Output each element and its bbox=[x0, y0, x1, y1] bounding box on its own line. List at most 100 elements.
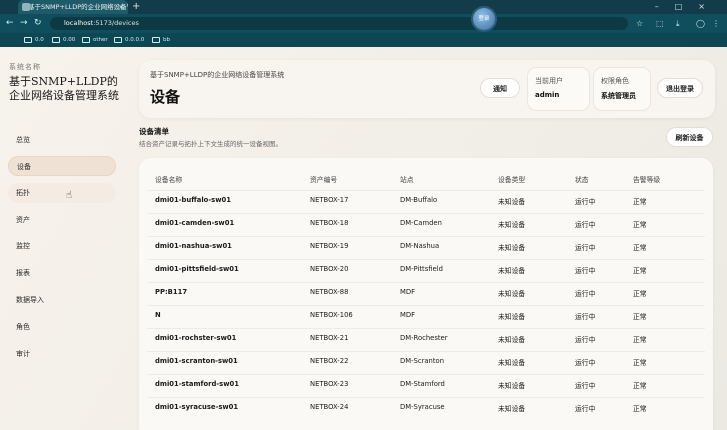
sidebar-item-assets[interactable]: 资产 bbox=[8, 210, 116, 230]
cell-device-type: 未知设备 bbox=[498, 290, 526, 298]
folder-icon bbox=[114, 36, 122, 43]
folder-icon bbox=[152, 36, 160, 43]
column-header-site: 站点 bbox=[400, 176, 414, 184]
sidebar-item-data-import[interactable]: 数据导入 bbox=[8, 290, 116, 310]
column-header-asset-id: 资产编号 bbox=[310, 176, 338, 184]
url-path: :5173/devices bbox=[93, 19, 139, 27]
bookmark-item[interactable]: 0.00 bbox=[52, 33, 75, 47]
cell-asset-id: NETBOX-21 bbox=[310, 334, 349, 342]
row-divider bbox=[147, 259, 705, 260]
forward-icon[interactable]: → bbox=[20, 14, 28, 33]
reload-icon[interactable]: ↻ bbox=[34, 14, 42, 33]
cell-status: 运行中 bbox=[575, 221, 596, 229]
cell-device-name: dmi01-pittsfield-sw01 bbox=[155, 265, 239, 273]
role-card: 权限角色 系统管理员 bbox=[593, 67, 651, 111]
tab-close-icon[interactable]: × bbox=[119, 0, 124, 14]
sidebar-item-audit[interactable]: 审计 bbox=[8, 344, 116, 364]
sidebar-item-reports[interactable]: 报表 bbox=[8, 263, 116, 283]
sidebar-item-monitoring[interactable]: 监控 bbox=[8, 236, 116, 256]
cell-alert-level: 正常 bbox=[633, 221, 647, 229]
sidebar-item-roles[interactable]: 角色 bbox=[8, 317, 116, 337]
cell-device-name: dmi01-nashua-sw01 bbox=[155, 242, 232, 250]
cell-status: 运行中 bbox=[575, 336, 596, 344]
device-list-title: 设备清单 bbox=[139, 127, 169, 136]
cell-asset-id: NETBOX-23 bbox=[310, 380, 349, 388]
profile-avatar[interactable]: 登录 bbox=[473, 8, 495, 30]
cell-site: DM-Pittsfield bbox=[400, 265, 443, 273]
logout-button[interactable]: 退出登录 bbox=[657, 78, 703, 98]
cell-status: 运行中 bbox=[575, 359, 596, 367]
url-input[interactable]: localhost:5173/devices bbox=[50, 17, 628, 30]
browser-tab[interactable]: 基于SNMP+LLDP的企业网络设备管理系统 × bbox=[18, 0, 128, 14]
cell-site: DM-Scranton bbox=[400, 357, 445, 365]
device-table: 设备名称 资产编号 站点 设备类型 状态 告警等级 dmi01-buffalo-… bbox=[139, 158, 713, 430]
cell-device-type: 未知设备 bbox=[498, 313, 526, 321]
folder-icon bbox=[52, 36, 60, 43]
cell-status: 运行中 bbox=[575, 405, 596, 413]
cell-asset-id: NETBOX-106 bbox=[310, 311, 353, 319]
bookmark-item[interactable]: 0.0 bbox=[24, 33, 44, 47]
profile-icon[interactable]: ◯ bbox=[696, 14, 705, 33]
device-list-description: 结合资产记录与拓扑上下文生成的统一设备视图。 bbox=[139, 140, 282, 148]
cell-alert-level: 正常 bbox=[633, 382, 647, 390]
cell-alert-level: 正常 bbox=[633, 290, 647, 298]
cell-site: DM-Camden bbox=[400, 219, 442, 227]
column-header-name: 设备名称 bbox=[155, 176, 183, 184]
sidebar-item-topology[interactable]: 拓扑 bbox=[8, 183, 116, 203]
header-subtitle: 基于SNMP+LLDP的企业网络设备管理系统 bbox=[150, 71, 285, 79]
cell-status: 运行中 bbox=[575, 313, 596, 321]
row-divider bbox=[147, 282, 705, 283]
sidebar-item-devices[interactable]: 设备 bbox=[8, 156, 116, 176]
cell-device-type: 未知设备 bbox=[498, 359, 526, 367]
window-controls[interactable]: –□× bbox=[655, 0, 721, 14]
current-user-value: admin bbox=[535, 91, 560, 99]
row-divider bbox=[147, 374, 705, 375]
page-title: 设备 bbox=[150, 88, 181, 106]
cell-asset-id: NETBOX-24 bbox=[310, 403, 349, 411]
bookmark-item[interactable]: 0.0.0.0 bbox=[114, 33, 144, 47]
cell-asset-id: NETBOX-19 bbox=[310, 242, 349, 250]
system-name-label: 系统名称 bbox=[9, 63, 41, 71]
extension-icon[interactable]: ⬚ bbox=[656, 14, 664, 33]
system-title: 基于SNMP+LLDP的企业网络设备管理系统 bbox=[9, 75, 119, 102]
bookmark-item[interactable]: other bbox=[82, 33, 108, 47]
cell-alert-level: 正常 bbox=[633, 405, 647, 413]
mouse-cursor-icon: ☝ bbox=[66, 190, 73, 201]
cell-alert-level: 正常 bbox=[633, 359, 647, 367]
bookmark-item[interactable]: bb bbox=[152, 33, 170, 47]
column-header-device-type: 设备类型 bbox=[498, 176, 526, 184]
refresh-devices-button[interactable]: 刷新设备 bbox=[666, 127, 713, 147]
menu-icon[interactable]: ⋮ bbox=[712, 14, 720, 33]
cell-status: 运行中 bbox=[575, 244, 596, 252]
cell-alert-level: 正常 bbox=[633, 313, 647, 321]
row-divider bbox=[147, 397, 705, 398]
cell-device-name: N bbox=[155, 311, 161, 319]
row-divider bbox=[147, 190, 705, 191]
cell-device-name: dmi01-stamford-sw01 bbox=[155, 380, 239, 388]
address-bar-row: ← → ↻ localhost:5173/devices ☆ ⬚ ⤓ ◯ ⋮ bbox=[0, 14, 727, 33]
back-icon[interactable]: ← bbox=[6, 14, 14, 33]
cell-device-type: 未知设备 bbox=[498, 198, 526, 206]
star-icon[interactable]: ☆ bbox=[636, 14, 643, 33]
sidebar-item-overview[interactable]: 总览 bbox=[8, 130, 116, 150]
folder-icon bbox=[24, 36, 32, 43]
cell-device-type: 未知设备 bbox=[498, 382, 526, 390]
cell-asset-id: NETBOX-18 bbox=[310, 219, 349, 227]
page-header: 基于SNMP+LLDP的企业网络设备管理系统 设备 通知 当前用户 admin … bbox=[139, 60, 715, 118]
cell-status: 运行中 bbox=[575, 198, 596, 206]
cell-device-type: 未知设备 bbox=[498, 244, 526, 252]
cell-device-type: 未知设备 bbox=[498, 221, 526, 229]
cell-device-name: dmi01-rochster-sw01 bbox=[155, 334, 237, 342]
new-tab-button[interactable]: + bbox=[132, 0, 140, 14]
current-user-label: 当前用户 bbox=[535, 77, 563, 85]
row-divider bbox=[147, 328, 705, 329]
cell-alert-level: 正常 bbox=[633, 336, 647, 344]
download-icon[interactable]: ⤓ bbox=[676, 14, 680, 33]
bookmarks-bar: 0.0 0.00 other 0.0.0.0 bb bbox=[0, 33, 727, 47]
column-header-alert-level: 告警等级 bbox=[633, 176, 661, 184]
column-header-status: 状态 bbox=[575, 176, 589, 184]
notify-button[interactable]: 通知 bbox=[480, 78, 520, 98]
cell-device-name: dmi01-buffalo-sw01 bbox=[155, 196, 231, 204]
cell-site: DM-Rochester bbox=[400, 334, 448, 342]
cell-device-name: PP:B117 bbox=[155, 288, 188, 296]
